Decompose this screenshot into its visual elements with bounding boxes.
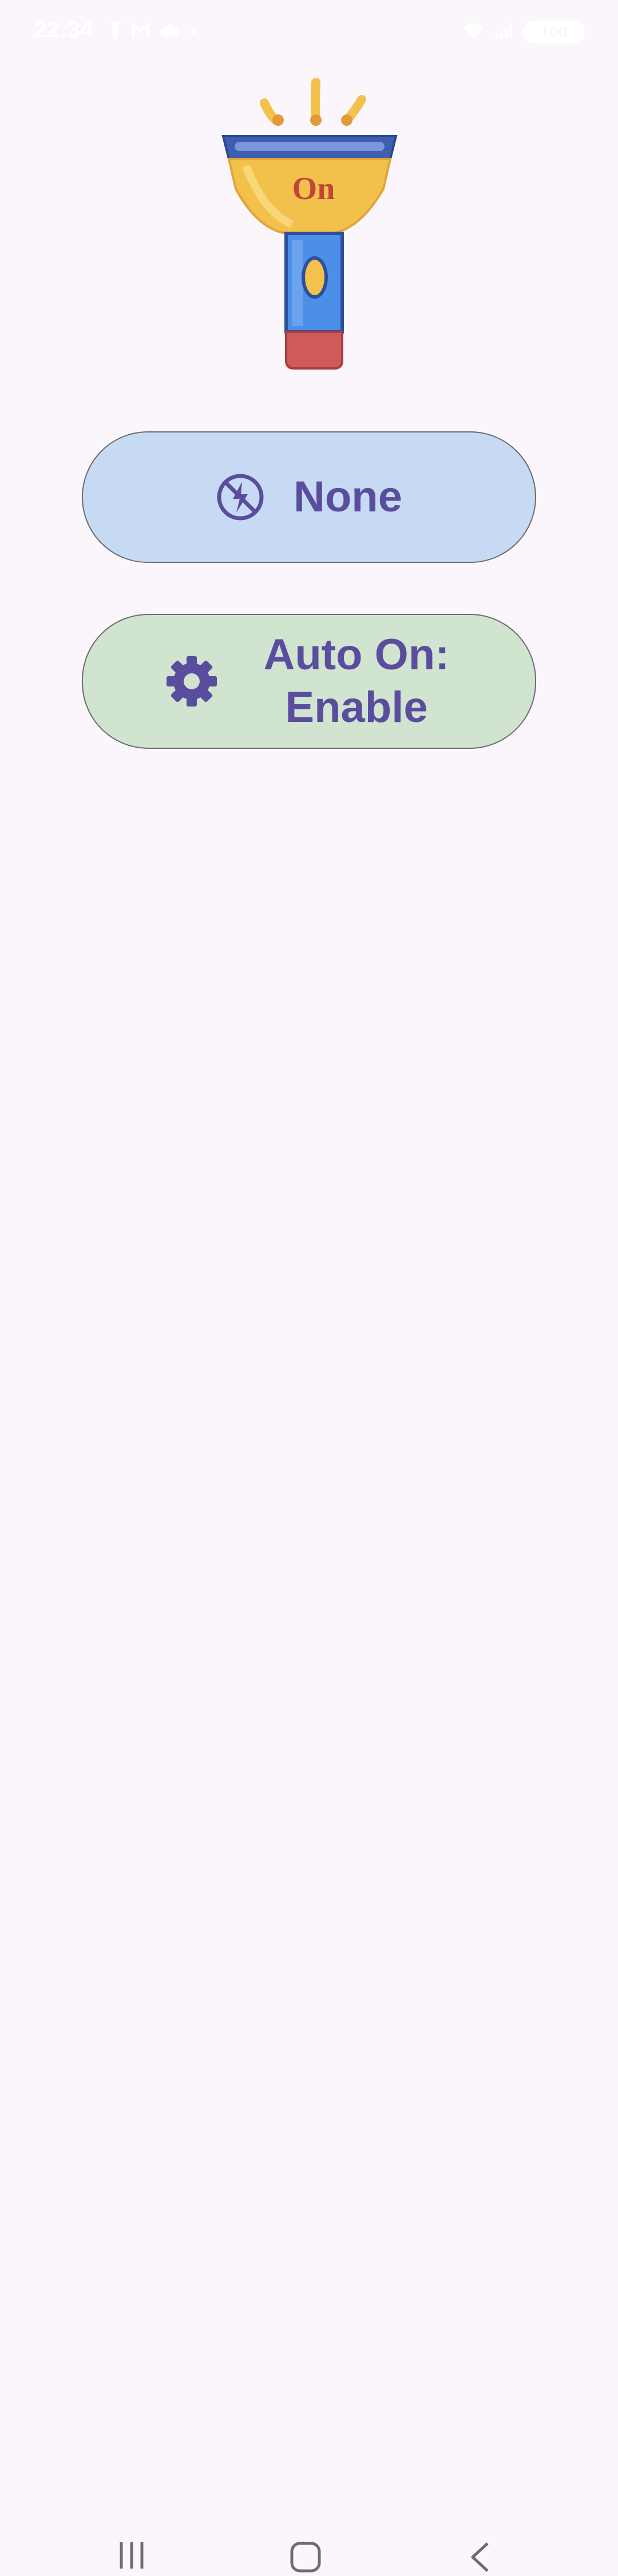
flashlight-on-icon: On: [221, 78, 398, 370]
battery-icon: 100: [523, 21, 585, 43]
navigation-bar: [0, 1264, 618, 2573]
gmail-icon: [130, 22, 151, 41]
status-bar: 22:34 100: [0, 0, 618, 66]
flashlight-on-label: On: [292, 171, 335, 207]
home-icon: [290, 2542, 321, 2573]
flashlight-status-icon: [109, 21, 122, 43]
dot-icon: [190, 27, 197, 37]
recents-button[interactable]: [118, 2541, 146, 2573]
signal-icon: [494, 22, 514, 43]
cloud-icon: [159, 23, 182, 41]
mode-button[interactable]: None: [82, 431, 536, 563]
auto-on-button-label: Auto On: Enable: [263, 630, 450, 732]
back-icon: [471, 2542, 489, 2572]
status-icons-right: 100: [462, 21, 585, 43]
status-icons-left: [109, 21, 197, 43]
flashlight-toggle[interactable]: On: [217, 74, 401, 378]
wifi-icon: [462, 22, 485, 43]
home-button[interactable]: [290, 2541, 322, 2576]
status-time: 22:34: [34, 17, 93, 42]
mode-button-label: None: [294, 473, 402, 521]
gear-icon: [164, 654, 219, 709]
flash-off-icon: [216, 473, 265, 522]
auto-on-button[interactable]: Auto On: Enable: [82, 614, 536, 749]
recents-icon: [120, 2542, 144, 2569]
back-button[interactable]: [468, 2541, 491, 2576]
